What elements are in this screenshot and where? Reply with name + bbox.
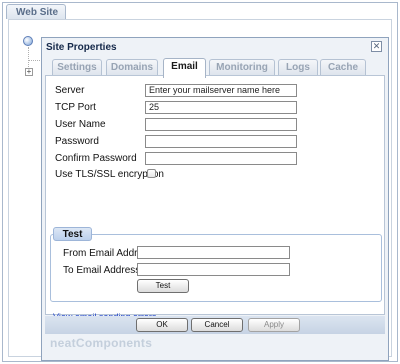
- dialog-footer: OK Cancel Apply: [45, 316, 385, 334]
- tab-cache[interactable]: Cache: [320, 59, 366, 76]
- to-email-field[interactable]: [137, 263, 290, 276]
- tree-connector: [28, 60, 42, 61]
- tab-settings[interactable]: Settings: [52, 59, 102, 76]
- tab-email[interactable]: Email: [163, 58, 206, 78]
- to-email-label: To Email Address: [63, 265, 141, 276]
- password-field[interactable]: [145, 135, 297, 148]
- tls-checkbox[interactable]: [147, 169, 156, 178]
- tab-monitoring[interactable]: Monitoring: [209, 59, 275, 76]
- test-section: Test From Email Address To Email Address…: [50, 227, 382, 302]
- tcp-port-label: TCP Port: [55, 102, 96, 113]
- tab-logs[interactable]: Logs: [278, 59, 318, 76]
- server-field[interactable]: Enter your mailserver name here: [145, 84, 297, 97]
- apply-button[interactable]: Apply: [248, 318, 300, 332]
- cancel-button[interactable]: Cancel: [191, 318, 243, 332]
- from-email-field[interactable]: [137, 246, 290, 259]
- dialog-title: Site Properties: [46, 42, 117, 53]
- username-label: User Name: [55, 119, 106, 130]
- tab-web-site[interactable]: Web Site: [6, 4, 66, 19]
- tab-domains[interactable]: Domains: [106, 59, 158, 76]
- email-panel: Server Enter your mailserver name here T…: [45, 75, 385, 322]
- confirm-password-label: Confirm Password: [55, 153, 137, 164]
- confirm-password-field[interactable]: [145, 152, 297, 165]
- globe-icon[interactable]: [23, 36, 33, 46]
- brand-logo: neatComponents: [50, 336, 153, 350]
- close-icon[interactable]: ✕: [371, 41, 382, 52]
- password-label: Password: [55, 136, 99, 147]
- username-field[interactable]: [145, 118, 297, 131]
- test-legend: Test: [53, 227, 92, 241]
- tcp-port-field[interactable]: 25: [145, 101, 297, 114]
- expand-icon[interactable]: +: [25, 68, 33, 76]
- site-properties-dialog: Site Properties ✕ Settings Domains Email…: [41, 37, 389, 361]
- test-button[interactable]: Test: [137, 279, 189, 293]
- server-label: Server: [55, 85, 85, 96]
- ok-button[interactable]: OK: [136, 318, 188, 332]
